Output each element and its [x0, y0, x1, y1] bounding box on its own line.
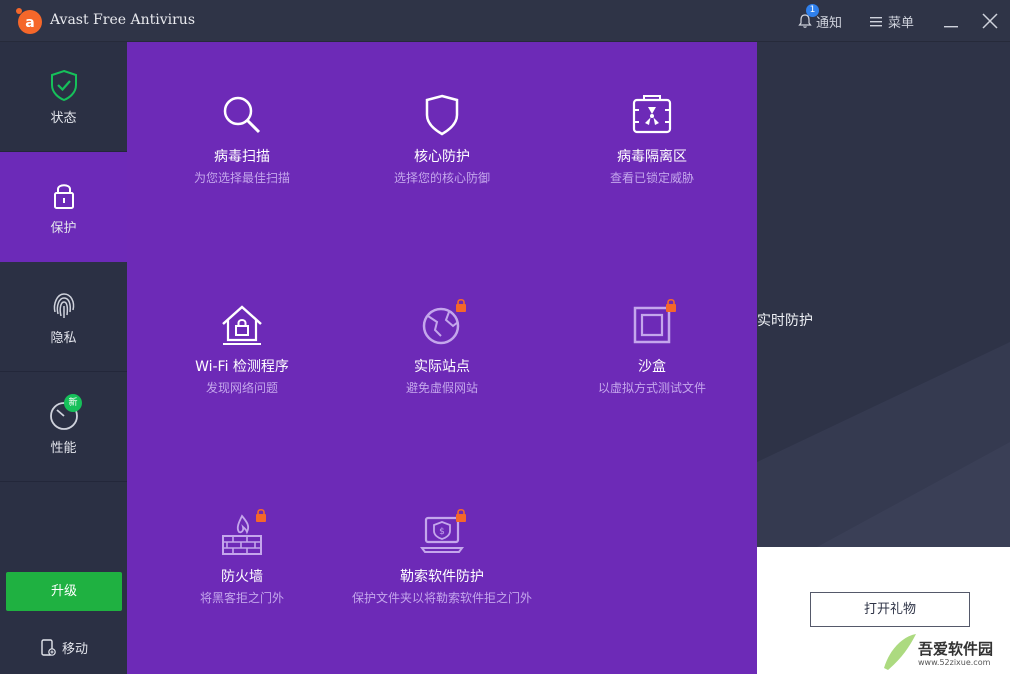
shield-check-icon	[51, 69, 77, 102]
tile-description: 以虚拟方式测试文件	[597, 381, 706, 395]
tile-description: 保护文件夹以将勒索软件拒之门外	[351, 591, 532, 605]
shield-icon	[425, 94, 459, 136]
mobile-phone-icon	[41, 638, 56, 656]
mobile-button[interactable]: 移动	[40, 638, 88, 657]
menu-button[interactable]: 菜单	[870, 11, 914, 31]
title-bar: a Avast Free Antivirus 1 通知 菜单	[0, 0, 1010, 42]
quarantine-icon	[632, 95, 672, 134]
tile-description: 将黑客拒之门外	[199, 591, 284, 605]
tile-core-shields[interactable]: 核心防护 选择您的核心防御	[337, 92, 547, 188]
locked-icon	[456, 508, 466, 522]
sidebar-item-privacy[interactable]: 隐私	[0, 262, 127, 372]
tile-title: 病毒隔离区	[617, 149, 687, 165]
notification-button[interactable]: 1 通知	[797, 4, 843, 31]
tile-description: 为您选择最佳扫描	[193, 171, 290, 185]
lock-icon	[54, 184, 74, 209]
tile-title: 沙盒	[638, 359, 666, 375]
tile-title: Wi-Fi 检测程序	[195, 359, 289, 375]
tile-title: 核心防护	[414, 149, 470, 165]
watermark-text: 吾爱软件园	[918, 640, 994, 658]
tile-virus-scan[interactable]: 病毒扫描 为您选择最佳扫描	[137, 92, 347, 188]
tile-description: 避免虚假网站	[405, 381, 478, 395]
menu-label: 菜单	[888, 15, 915, 31]
tile-title: 病毒扫描	[214, 149, 270, 165]
tile-title: 实际站点	[414, 359, 470, 375]
minimize-icon[interactable]	[942, 12, 960, 30]
sidebar-item-label: 状态	[50, 111, 77, 126]
hamburger-icon	[870, 16, 882, 26]
tile-title: 勒索软件防护	[400, 569, 484, 585]
tile-description: 选择您的核心防御	[393, 171, 490, 185]
new-badge: 新	[64, 394, 82, 412]
notification-label: 通知	[816, 15, 843, 31]
close-icon[interactable]	[980, 11, 1000, 31]
sidebar-item-label: 保护	[50, 221, 77, 236]
svg-text:$: $	[439, 527, 445, 537]
tile-description: 查看已锁定威胁	[609, 171, 694, 185]
locked-icon	[456, 298, 466, 312]
search-icon	[223, 96, 261, 134]
sidebar-item-label: 隐私	[50, 331, 77, 346]
tile-wifi-inspector[interactable]: Wi-Fi 检测程序 发现网络问题	[137, 302, 347, 398]
realtime-protection-label: 实时防护	[757, 313, 813, 329]
tile-virus-chest[interactable]: 病毒隔离区 查看已锁定威胁	[547, 92, 757, 188]
locked-icon	[256, 508, 266, 522]
sidebar-item-protection[interactable]: 保护	[0, 152, 127, 262]
sidebar-item-label: 性能	[50, 441, 77, 456]
tile-title: 防火墙	[221, 569, 263, 585]
tile-description: 发现网络问题	[205, 381, 278, 395]
locked-icon	[666, 298, 676, 312]
avast-logo-icon: a	[16, 8, 42, 34]
watermark-url: www.52zixue.com	[918, 658, 991, 667]
tile-ransomware-shield[interactable]: $ 勒索软件防护 保护文件夹以将勒索软件拒之门外	[337, 508, 547, 608]
notification-count-badge: 1	[806, 4, 819, 17]
sidebar-item-performance[interactable]: 新 性能	[0, 372, 127, 482]
upgrade-button[interactable]: 升级	[6, 572, 122, 611]
house-lock-icon	[222, 305, 262, 345]
tile-sandbox[interactable]: 沙盒 以虚拟方式测试文件	[547, 298, 757, 398]
sidebar: 状态 保护 隐私 新 性能 升级 移动	[0, 42, 127, 674]
tile-firewall[interactable]: 防火墙 将黑客拒之门外	[137, 508, 347, 608]
fingerprint-icon	[53, 293, 75, 318]
tile-real-site[interactable]: 实际站点 避免虚假网站	[337, 298, 547, 398]
app-title: Avast Free Antivirus	[50, 12, 195, 28]
svg-text:a: a	[25, 15, 34, 31]
sidebar-item-status[interactable]: 状态	[0, 42, 127, 152]
open-gift-button[interactable]: 打开礼物	[810, 592, 970, 627]
mobile-label: 移动	[62, 642, 89, 657]
protection-panel: 病毒扫描 为您选择最佳扫描 核心防护 选择您的核心防御 病毒隔离区 查看已锁定威…	[127, 42, 757, 674]
